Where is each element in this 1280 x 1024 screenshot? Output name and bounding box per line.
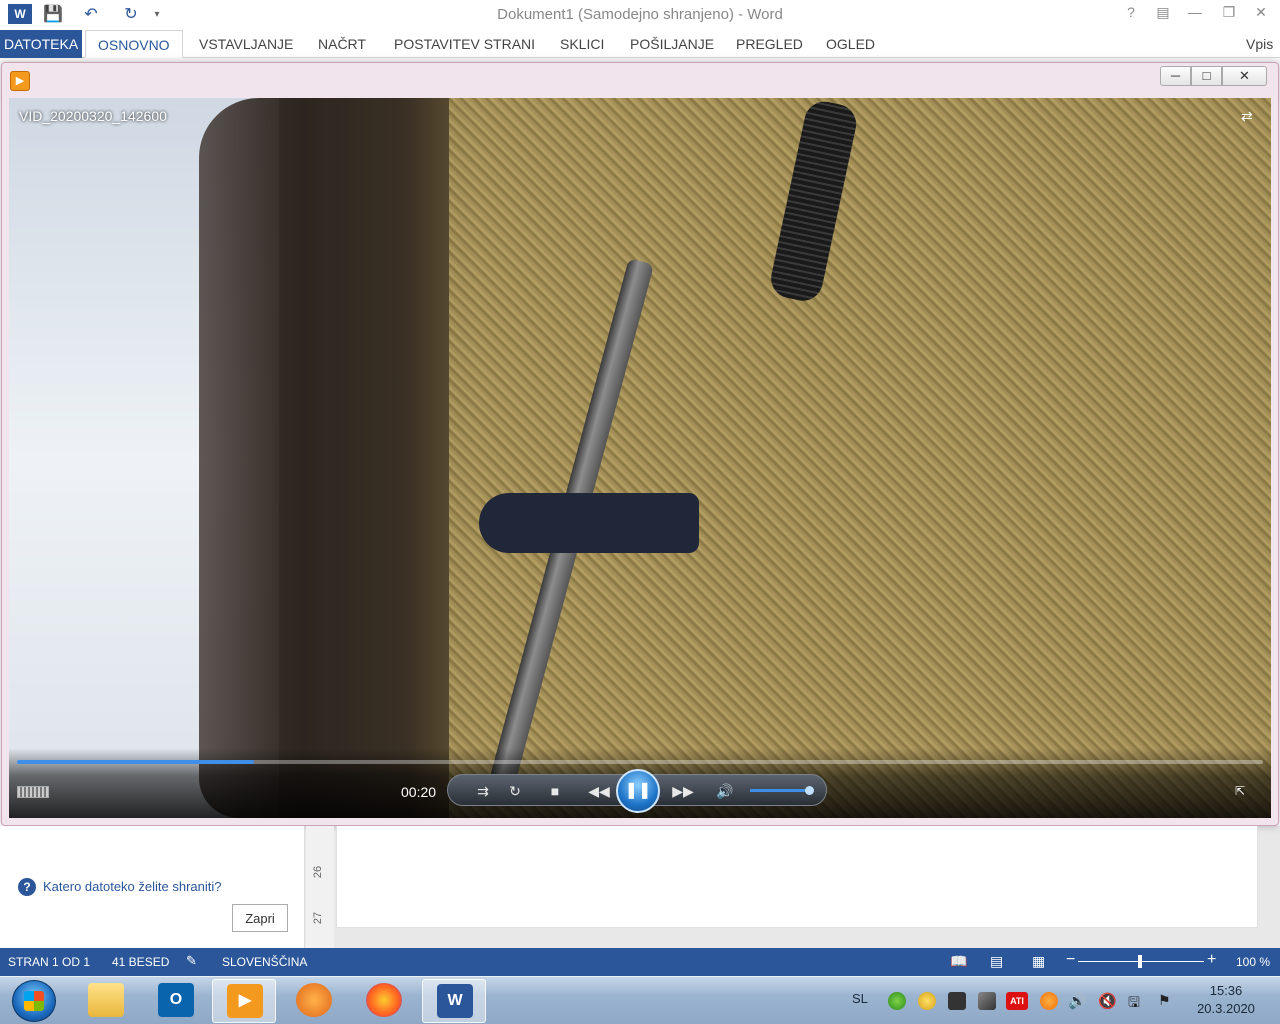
- window-title: Dokument1 (Samodejno shranjeno) - Word: [497, 6, 783, 23]
- repeat-icon[interactable]: ↻: [504, 781, 526, 801]
- media-player-icon: ▶: [227, 984, 263, 1018]
- close-pane-button[interactable]: Zapri: [232, 904, 288, 932]
- muted-icon[interactable]: 🔇: [1098, 992, 1117, 1010]
- orange-app-icon: [296, 983, 332, 1017]
- ati-icon[interactable]: ATI: [1006, 992, 1028, 1010]
- zoom-level[interactable]: 100 %: [1236, 955, 1270, 969]
- outlook-icon: O: [158, 983, 194, 1017]
- video-hill: [199, 98, 459, 818]
- zoom-slider-knob[interactable]: [1138, 955, 1142, 968]
- volume-knob[interactable]: [805, 786, 814, 795]
- proofing-icon[interactable]: ✎: [186, 953, 197, 969]
- wifi-icon[interactable]: [978, 992, 996, 1010]
- video-person: [479, 493, 699, 553]
- language-bar[interactable]: SL: [852, 991, 868, 1006]
- switch-to-library-icon[interactable]: ⇄: [1241, 108, 1261, 126]
- previous-icon[interactable]: ◀◀: [588, 781, 610, 801]
- action-center-flag-icon[interactable]: ⚑: [1158, 992, 1176, 1010]
- language-indicator[interactable]: SLOVENŠČINA: [222, 955, 307, 969]
- player-minimize-icon[interactable]: ─: [1160, 66, 1191, 86]
- zoom-in-icon[interactable]: +: [1207, 951, 1216, 969]
- recovery-pane: ? Katero datoteko želite shraniti? Zapri: [0, 826, 305, 948]
- media-player-app-icon: ▶: [10, 71, 30, 91]
- video-title: VID_20200320_142600: [19, 108, 167, 124]
- sign-in-link[interactable]: Vpis: [1240, 30, 1279, 58]
- vertical-ruler: 26 27: [306, 826, 334, 948]
- windows-logo-icon: [24, 991, 44, 1011]
- minimize-icon[interactable]: —: [1180, 4, 1210, 24]
- tab-mailings[interactable]: POŠILJANJE: [618, 30, 726, 58]
- seek-bar[interactable]: [17, 760, 1263, 764]
- fullscreen-icon[interactable]: ⇱: [1235, 784, 1251, 798]
- close-icon[interactable]: ✕: [1246, 4, 1276, 24]
- clock-date: 20.3.2020: [1197, 1001, 1255, 1016]
- restore-icon[interactable]: ❐: [1214, 4, 1244, 24]
- ruler-mark: 27: [312, 911, 325, 925]
- shuffle-icon[interactable]: ⇉: [472, 781, 494, 801]
- tab-design[interactable]: NAČRT: [306, 30, 378, 58]
- word-title-bar: W 💾 ↶ ↻ ▾ Dokument1 (Samodejno shranjeno…: [0, 0, 1280, 30]
- page-count[interactable]: STRAN 1 OD 1: [8, 955, 90, 969]
- zoom-out-icon[interactable]: −: [1066, 951, 1075, 969]
- tab-insert[interactable]: VSTAVLJANJE: [187, 30, 305, 58]
- start-button[interactable]: [12, 980, 56, 1022]
- mute-icon[interactable]: 🔊: [714, 781, 736, 801]
- elapsed-time: 00:20: [401, 784, 437, 800]
- taskbar-firefox[interactable]: [352, 979, 416, 1023]
- taskbar-explorer[interactable]: [74, 979, 138, 1023]
- clock-time: 15:36: [1209, 983, 1243, 998]
- pause-button[interactable]: ❚❚: [616, 769, 660, 813]
- network-app-icon[interactable]: [888, 992, 906, 1010]
- ribbon-tabs: DATOTEKA OSNOVNO VSTAVLJANJE NAČRT POSTA…: [0, 30, 1280, 58]
- usb-icon[interactable]: [948, 992, 966, 1010]
- player-maximize-icon[interactable]: □: [1191, 66, 1222, 86]
- web-layout-icon[interactable]: ▦: [1032, 953, 1045, 970]
- avast-icon[interactable]: [1040, 992, 1058, 1010]
- word-icon: W: [437, 984, 473, 1018]
- recovery-question-link[interactable]: Katero datoteko želite shraniti?: [43, 879, 222, 894]
- tab-page-layout[interactable]: POSTAVITEV STRANI: [382, 30, 547, 58]
- document-page[interactable]: [336, 826, 1258, 928]
- taskbar-clock[interactable]: 15:36 20.3.2020: [1194, 983, 1258, 1016]
- taskbar-outlook[interactable]: O: [144, 979, 208, 1023]
- firefox-icon: [366, 983, 402, 1017]
- tab-review[interactable]: PREGLED: [724, 30, 815, 58]
- taskbar-ultimate[interactable]: [282, 979, 346, 1023]
- tab-view[interactable]: OGLED: [814, 30, 887, 58]
- windows-taskbar: O ▶ W SL ATI 🔊 🔇 🖫 ⚑ 15:36 20.3.2020: [0, 976, 1280, 1024]
- view-toggle-icon[interactable]: [17, 786, 49, 798]
- tab-file[interactable]: DATOTEKA: [0, 30, 83, 58]
- control-bar: ⇉ ↻ ■ ◀◀ ❚❚ ▶▶ 🔊: [447, 769, 827, 813]
- playback-controls: 00:20 ⇉ ↻ ■ ◀◀ ❚❚ ▶▶ 🔊 ⇱: [9, 748, 1271, 818]
- ribbon-display-options-icon[interactable]: ▤: [1148, 4, 1178, 24]
- status-bar: STRAN 1 OD 1 41 BESED ✎ SLOVENŠČINA 📖 ▤ …: [0, 948, 1280, 976]
- tab-home[interactable]: OSNOVNO: [85, 30, 183, 58]
- volume-icon[interactable]: 🔊: [1068, 992, 1087, 1010]
- taskbar-media-player[interactable]: ▶: [212, 979, 276, 1023]
- read-mode-icon[interactable]: 📖: [950, 953, 967, 970]
- help-button[interactable]: ?: [1116, 4, 1146, 24]
- folder-icon: [88, 983, 124, 1017]
- word-count[interactable]: 41 BESED: [112, 955, 169, 969]
- network-icon[interactable]: 🖫: [1128, 992, 1146, 1010]
- video-area[interactable]: VID_20200320_142600 ⇄ 00:20 ⇉ ↻ ■ ◀◀ ❚❚ …: [9, 98, 1271, 818]
- video-field: [449, 98, 1271, 818]
- taskbar-word[interactable]: W: [422, 979, 486, 1023]
- stop-icon[interactable]: ■: [544, 781, 566, 801]
- security-icon[interactable]: [918, 992, 936, 1010]
- tab-references[interactable]: SKLICI: [548, 30, 616, 58]
- volume-slider[interactable]: [750, 786, 814, 795]
- print-layout-icon[interactable]: ▤: [990, 953, 1003, 970]
- question-icon: ?: [18, 878, 36, 896]
- next-icon[interactable]: ▶▶: [672, 781, 694, 801]
- seek-progress: [17, 760, 254, 764]
- player-close-icon[interactable]: ✕: [1222, 66, 1267, 86]
- ruler-mark: 26: [312, 865, 325, 879]
